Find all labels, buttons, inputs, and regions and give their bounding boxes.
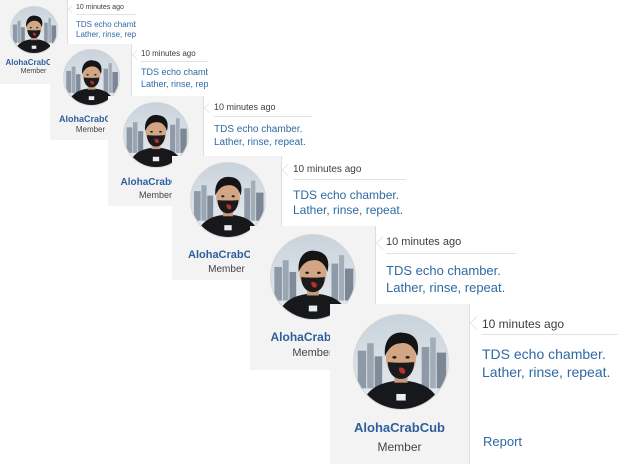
post-message: TDS echo chamber. Lather, rinse, repeat. (76, 20, 136, 40)
message-line: Lather, rinse, repeat. (482, 363, 611, 380)
post-card: AlohaCrabCub Member 10 minutes ago TDS e… (330, 304, 618, 464)
post-message: TDS echo chamber. Lather, rinse, repeat. (386, 263, 505, 296)
speech-arrow (132, 50, 137, 60)
post-timestamp[interactable]: 10 minutes ago (214, 102, 276, 112)
user-role: Member (377, 440, 422, 454)
speech-arrow (68, 5, 72, 13)
post-timestamp[interactable]: 10 minutes ago (482, 317, 564, 331)
user-info-panel: AlohaCrabCub Member (330, 304, 470, 464)
divider (293, 179, 406, 180)
avatar-photo (354, 315, 448, 409)
message-line: TDS echo chamber. (386, 263, 501, 278)
message-line: TDS echo chamber. (141, 67, 208, 77)
speech-arrow (376, 236, 383, 250)
message-line: Lather, rinse, repeat. (214, 136, 306, 148)
message-line: TDS echo chamber. (293, 188, 400, 202)
message-line: Lather, rinse, repeat. (141, 78, 208, 89)
message-line: TDS echo chamber. (76, 20, 136, 29)
speech-arrow (282, 164, 288, 176)
username-link[interactable]: AlohaCrabCub (330, 420, 469, 435)
post-timestamp[interactable]: 10 minutes ago (141, 49, 196, 58)
post-message: TDS echo chamber. Lather, rinse, repeat. (293, 188, 403, 219)
speech-arrow (470, 316, 477, 330)
divider (76, 14, 136, 15)
divider (214, 116, 312, 117)
post-timestamp[interactable]: 10 minutes ago (293, 164, 361, 175)
message-line: TDS echo chamber. (482, 346, 606, 362)
post-timestamp[interactable]: 10 minutes ago (76, 4, 124, 11)
divider (482, 334, 618, 335)
speech-arrow (204, 103, 209, 113)
message-line: Lather, rinse, repeat. (293, 203, 404, 218)
message-line: Lather, rinse, repeat. (76, 30, 136, 40)
message-line: Lather, rinse, repeat. (386, 279, 506, 295)
post-message: TDS echo chamber. Lather, rinse, repeat. (482, 346, 610, 382)
post-message: TDS echo chamber. Lather, rinse, repeat. (141, 67, 208, 90)
avatar[interactable] (353, 314, 449, 410)
post-message: TDS echo chamber. Lather, rinse, repeat. (214, 124, 306, 150)
post-timestamp[interactable]: 10 minutes ago (386, 236, 461, 248)
message-line: TDS echo chamber. (214, 124, 303, 135)
divider (386, 253, 516, 254)
divider (141, 61, 208, 62)
report-link[interactable]: Report (483, 434, 522, 449)
stacked-posts-stage: AlohaCrabCub Member 10 minutes ago TDS e… (0, 0, 618, 464)
